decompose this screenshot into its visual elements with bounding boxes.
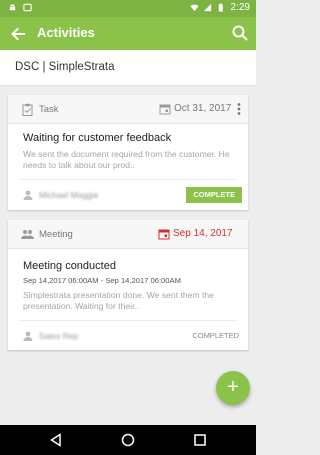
more-vert-icon[interactable] <box>236 102 242 116</box>
signal-icon <box>203 3 211 12</box>
activity-card-meeting[interactable]: Meeting Sep 14, 2017 Meeting conducted S… <box>8 220 248 350</box>
assignee-name: Michael Maggie <box>39 190 99 200</box>
account-header: DSC | SimpleStrata <box>0 50 256 86</box>
card-header: Task Oct 31, 2017 <box>8 95 248 124</box>
person-icon <box>23 331 33 341</box>
activity-description: Simplestrata presentation done. We sent … <box>23 290 214 311</box>
completed-status: COMPLETED <box>192 331 239 340</box>
status-time: 2:29 <box>230 2 250 13</box>
activity-description: We sent the document required from the c… <box>23 149 230 170</box>
android-icon <box>9 4 16 11</box>
account-name: DSC | SimpleStrata <box>15 61 115 73</box>
arrow-back-icon[interactable] <box>8 24 28 44</box>
activity-date: Sep 14, 2017 <box>173 228 233 239</box>
divider <box>18 320 238 321</box>
activity-type: Meeting <box>39 229 73 240</box>
status-bar: 2:29 <box>0 0 256 17</box>
clipboard-icon <box>22 103 33 116</box>
activity-title: Meeting conducted <box>23 260 116 272</box>
page-title: Activities <box>37 25 95 40</box>
complete-button[interactable]: COMPLETE <box>186 187 242 203</box>
activity-date: Oct 31, 2017 <box>174 103 232 114</box>
group-icon <box>21 230 34 239</box>
assignee-name: Sales Rep <box>39 331 79 341</box>
meeting-time-range: Sep 14,2017 06:00AM - Sep 14,2017 06:00A… <box>23 276 181 285</box>
activity-card-task[interactable]: Task Oct 31, 2017 Waiting for customer f… <box>8 95 248 210</box>
search-icon[interactable] <box>231 24 249 42</box>
wifi-icon <box>189 4 199 12</box>
battery-icon <box>218 3 223 12</box>
calendar-icon <box>159 104 171 115</box>
system-nav-bar <box>0 425 256 455</box>
divider <box>18 179 238 180</box>
nav-home-icon[interactable] <box>121 433 135 447</box>
nav-recents-icon[interactable] <box>193 433 207 447</box>
nav-back-icon[interactable] <box>49 433 63 447</box>
app-bar: Activities <box>0 17 256 50</box>
screenshot-icon <box>23 3 32 12</box>
add-activity-button[interactable]: + <box>216 371 250 405</box>
activity-title: Waiting for customer feedback <box>23 132 172 144</box>
calendar-icon <box>158 229 170 240</box>
person-icon <box>23 190 33 200</box>
card-header: Meeting Sep 14, 2017 <box>8 220 248 249</box>
activity-type: Task <box>39 104 59 115</box>
